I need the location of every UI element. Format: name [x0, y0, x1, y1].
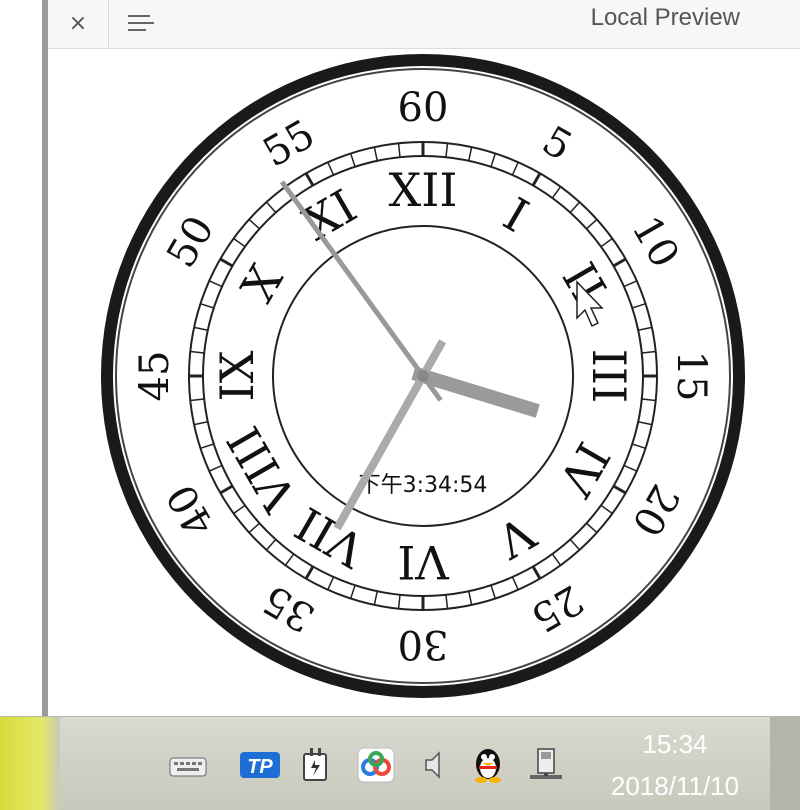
title-separator: [108, 0, 109, 48]
minute-label: 45: [132, 351, 178, 402]
minute-label: 15: [668, 351, 714, 402]
taskbar: TP 15:34 2018/11/10: [0, 716, 800, 810]
clock-center: [417, 370, 429, 382]
power-plug-icon[interactable]: [296, 747, 336, 783]
hour-numeral: XII: [388, 163, 457, 217]
show-desktop-button[interactable]: [770, 717, 800, 810]
hour-numeral: VI: [397, 535, 449, 589]
analog-clock: 60510152025303540455055 XII IIIIIIIVVVIVI…: [101, 54, 745, 698]
title-bar: × Local Preview: [48, 0, 800, 49]
tp-icon[interactable]: TP: [238, 747, 282, 783]
taskbar-accent: [0, 717, 60, 810]
cloud-sync-icon[interactable]: [355, 747, 397, 783]
tp-label: TP: [247, 756, 273, 778]
window-title: Local Preview: [590, 4, 740, 31]
left-background: [0, 0, 48, 716]
digital-time: 下午3:34:54: [359, 473, 488, 498]
taskbar-date[interactable]: 2018/11/10: [590, 771, 760, 802]
minute-label: 60: [398, 85, 449, 131]
hour-numeral: III: [582, 349, 636, 404]
speaker-icon[interactable]: [418, 747, 448, 783]
minute-label: 30: [398, 621, 449, 667]
hour-numeral: IX: [210, 350, 264, 401]
menu-icon[interactable]: [128, 10, 158, 38]
taskbar-time[interactable]: 15:34: [620, 729, 730, 760]
keyboard-icon[interactable]: [168, 747, 208, 783]
network-icon[interactable]: [526, 747, 566, 783]
qq-penguin-icon[interactable]: [468, 747, 508, 783]
close-button[interactable]: ×: [60, 6, 96, 42]
